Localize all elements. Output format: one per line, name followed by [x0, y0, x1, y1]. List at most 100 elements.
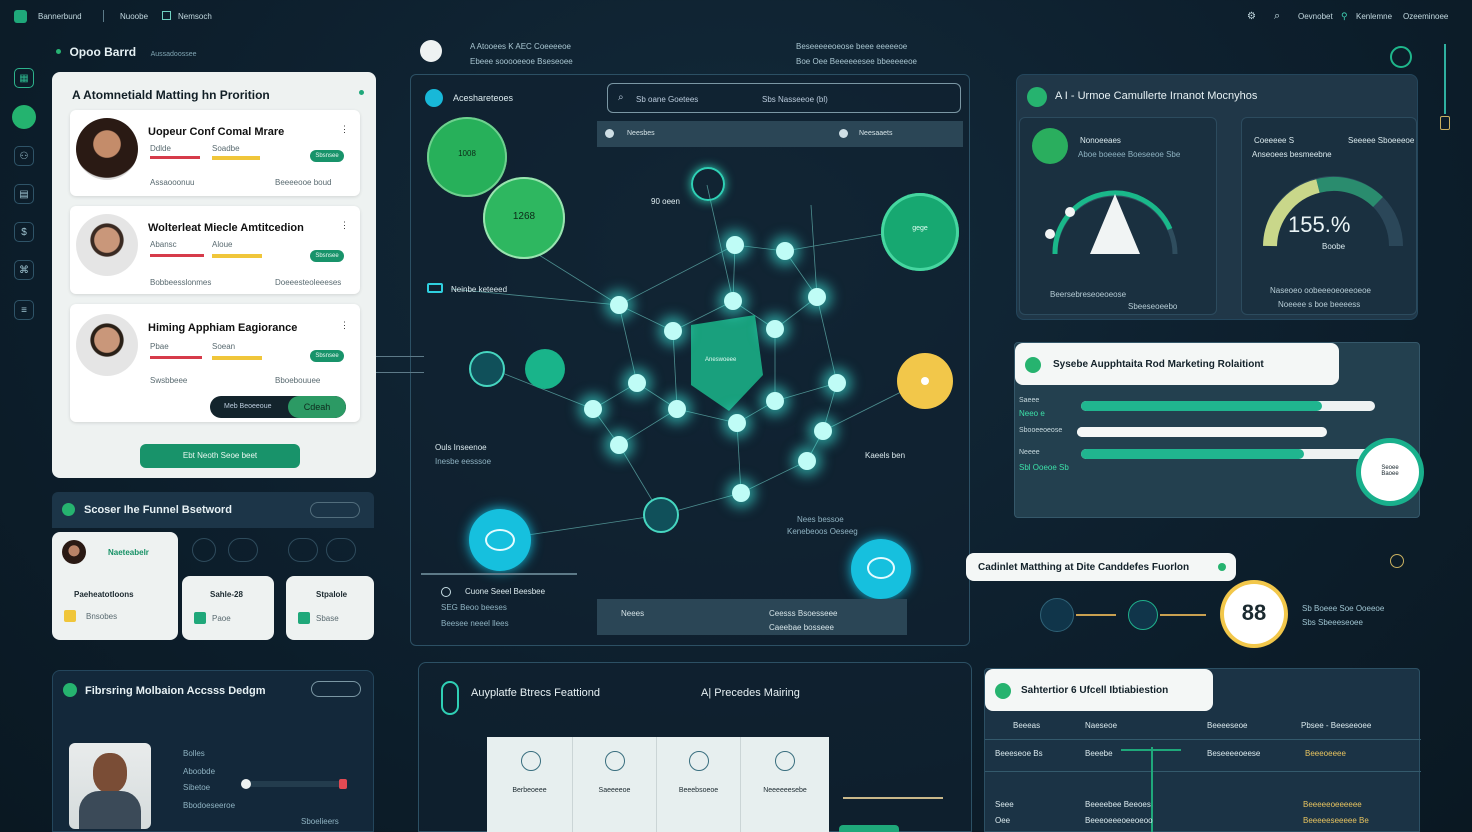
lock-icon [64, 610, 76, 622]
topbar-item-1[interactable]: Nuoobe [120, 12, 148, 21]
topbar-right-3[interactable]: Ozeeminoee [1403, 12, 1448, 21]
slider-handle-icon[interactable] [1440, 116, 1450, 130]
table-row[interactable]: Seee Beeeebee Beeoes Beeeeeoeeeeee [985, 797, 1421, 813]
cyan-bubble[interactable] [469, 509, 531, 571]
feature-card[interactable]: Berbeoeee [487, 737, 573, 832]
score-title: Cadinlet Matthing at Dite Canddefes Fuor… [978, 562, 1190, 573]
mini-circle-icon [228, 538, 258, 562]
table-row[interactable]: Oee Beeeoeeeoeeoeoo Beeeeeseeeee Be [985, 813, 1421, 829]
funnel-card[interactable]: Stpalole Sbase [286, 576, 374, 640]
feature-card[interactable]: Neeeeeesebe [741, 737, 829, 832]
table-column-header[interactable]: Naeseoe [1085, 721, 1117, 730]
bottom-center-card-strip: Berbeoeee Saeeeeoe Beeebsoeoe Neeeeeeseb… [487, 737, 829, 832]
ring-icon[interactable] [469, 351, 505, 387]
table-column-header[interactable]: Pbsee - Beeseeoee [1301, 721, 1371, 730]
chart-icon[interactable]: ▤ [14, 184, 34, 204]
metric-bubble[interactable]: 1008 [427, 117, 507, 197]
user-icon[interactable]: ⚲ [1341, 11, 1348, 22]
score-ring[interactable]: 88 [1224, 584, 1284, 644]
more-icon[interactable]: ⋮ [340, 320, 349, 331]
graph-node[interactable] [668, 400, 686, 418]
access-toggle[interactable] [311, 681, 361, 697]
slider-thumb[interactable] [241, 779, 251, 789]
search-icon[interactable]: ⌕ [1274, 10, 1280, 23]
money-icon[interactable]: $ [14, 222, 34, 242]
status-badge[interactable]: Sbsnsee [310, 350, 344, 362]
graph-node[interactable] [728, 414, 746, 432]
gauge-right-value: 155.% [1288, 212, 1351, 237]
active-user-icon[interactable] [12, 105, 36, 129]
graph-node[interactable] [776, 242, 794, 260]
graph-node[interactable] [584, 400, 602, 418]
graph-node[interactable] [664, 322, 682, 340]
access-slider[interactable] [241, 779, 347, 789]
graph-node[interactable] [814, 422, 832, 440]
candidate-card[interactable]: Wolterleat Miecle Amtitcedion ⋮ Abansc A… [70, 206, 360, 294]
more-icon[interactable]: ⋮ [340, 124, 349, 135]
dashboard-icon[interactable]: ▦ [14, 68, 34, 88]
step-node-icon[interactable] [1128, 600, 1158, 630]
graph-node[interactable] [828, 374, 846, 392]
graph-node[interactable] [628, 374, 646, 392]
home-icon[interactable] [14, 10, 27, 23]
green-node-icon[interactable] [525, 349, 565, 389]
metric-bubble[interactable]: gege [881, 193, 959, 271]
mini-circle-icon [288, 538, 318, 562]
matching-row-label: Saeee [1019, 397, 1040, 404]
target-icon[interactable] [691, 167, 725, 201]
funnel-card[interactable]: Naeteabelr Paeheatotloons Bnsobes [52, 532, 178, 640]
center-cluster-label: Aneswoeee [705, 357, 737, 363]
match-bar [1081, 401, 1375, 411]
candidate-card[interactable]: Himing Apphiam Eagiorance ⋮ Pbae Soean S… [70, 304, 360, 422]
graph-node[interactable] [808, 288, 826, 306]
grid-icon[interactable] [162, 11, 171, 20]
primary-action-button[interactable]: Ebt Neoth Seoe beet [140, 444, 300, 468]
cyan-bubble[interactable] [851, 539, 911, 599]
graph-node[interactable] [610, 296, 628, 314]
center-top-icon[interactable] [420, 40, 442, 62]
score-expand-icon[interactable] [1390, 554, 1404, 568]
funnel-card[interactable]: Sahle-28 Paoe [182, 576, 274, 640]
chat-icon[interactable] [1390, 46, 1412, 68]
graph-node[interactable] [610, 436, 628, 454]
view-toggle[interactable]: Meb Beoeeoue Cdeah [210, 396, 346, 418]
match-score-badge[interactable]: Seoee Baoee [1361, 443, 1419, 501]
network-icon[interactable]: ⌘ [14, 260, 34, 280]
people-icon[interactable]: ⚇ [14, 146, 34, 166]
access-row-label: Bbodoeseeroe [183, 801, 236, 810]
header-line-1: A Atooees K AEC Coeeeeoe [470, 42, 571, 51]
feature-card[interactable]: Beeebsoeoe [657, 737, 741, 832]
status-badge[interactable]: Sbsnsee [310, 150, 344, 162]
graph-node[interactable] [726, 236, 744, 254]
avatar [62, 540, 86, 564]
feature-card[interactable]: Saeeeeoe [573, 737, 657, 832]
ring-icon[interactable] [643, 497, 679, 533]
topbar-right-1[interactable]: Oevnobet [1298, 12, 1333, 21]
document-icon[interactable]: ≡ [14, 300, 34, 320]
graph-node[interactable] [798, 452, 816, 470]
gauge-left-sub: Aboe boeeee Boeseeoe Sbe [1078, 150, 1181, 159]
funnel-toggle[interactable] [310, 502, 360, 518]
table-column-header[interactable]: Beeeas [1013, 721, 1040, 730]
table-column-header[interactable]: Beeeeseoe [1207, 721, 1247, 730]
graph-node[interactable] [766, 320, 784, 338]
access-status-icon [63, 683, 77, 697]
graph-node[interactable] [766, 392, 784, 410]
table-row[interactable]: Beeeseoe Bs Beeebe Beseeeeoeese Beeeoeee… [985, 745, 1421, 765]
step-node-icon[interactable] [1040, 598, 1074, 632]
table-cell: Oee [995, 816, 1011, 825]
topbar-item-2[interactable]: Nemsoch [178, 12, 212, 21]
yellow-bubble[interactable] [897, 353, 953, 409]
candidate-card[interactable]: Uopeur Conf Comal Mrare ⋮ Ddlde Soadbe S… [70, 110, 360, 196]
graph-node[interactable] [724, 292, 742, 310]
metric-bubble[interactable]: 1268 [483, 177, 565, 259]
gauge-card-right: Coeeeee S Seeeee Sboeeeoe Anseoees besme… [1241, 117, 1417, 315]
settings-icon[interactable]: ⚙ [1247, 11, 1256, 22]
topbar-right-2[interactable]: Kenlemne [1356, 12, 1392, 21]
graph-node[interactable] [732, 484, 750, 502]
matching-title: Sysebe Aupphtaita Rod Marketing Rolaitio… [1053, 359, 1264, 370]
candidate-line-1: Pbae [150, 342, 169, 351]
vertical-slider[interactable] [1444, 44, 1446, 114]
status-badge[interactable]: Sbsnsee [310, 250, 344, 262]
more-icon[interactable]: ⋮ [340, 220, 349, 231]
